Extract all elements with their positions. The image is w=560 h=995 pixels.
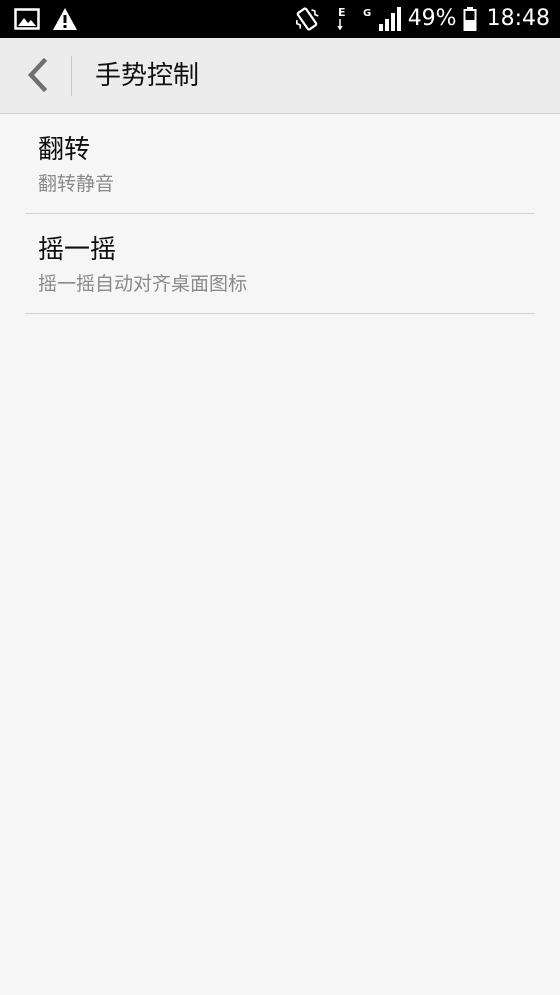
- settings-list: 翻转 翻转静音 摇一摇 摇一摇自动对齐桌面图标: [0, 114, 560, 314]
- divider: [25, 313, 535, 314]
- warning-icon: [52, 7, 78, 31]
- svg-text:E: E: [338, 6, 346, 19]
- list-item-flip[interactable]: 翻转 翻转静音: [0, 114, 560, 214]
- action-bar: 手势控制: [0, 38, 560, 114]
- back-button[interactable]: [14, 52, 60, 98]
- svg-text:G: G: [363, 8, 371, 19]
- list-item-title: 翻转: [38, 135, 91, 165]
- clock: 18:48: [486, 6, 550, 31]
- vibrate-icon: [294, 6, 320, 32]
- battery-percentage: 49%: [407, 6, 457, 31]
- network-e-icon: E: [336, 5, 348, 33]
- list-item-shake[interactable]: 摇一摇 摇一摇自动对齐桌面图标: [0, 214, 560, 314]
- signal-icon: [378, 6, 402, 32]
- network-g-icon: G: [362, 5, 372, 33]
- status-bar: E G 49% 18:48: [0, 0, 560, 38]
- list-item-subtitle: 摇一摇自动对齐桌面图标: [38, 273, 248, 295]
- action-bar-divider: [71, 56, 72, 96]
- image-icon: [14, 8, 40, 30]
- chevron-left-icon: [25, 58, 49, 92]
- battery-icon: [463, 6, 477, 32]
- page-title: 手势控制: [95, 61, 200, 91]
- list-item-subtitle: 翻转静音: [38, 173, 115, 195]
- list-item-title: 摇一摇: [38, 235, 117, 265]
